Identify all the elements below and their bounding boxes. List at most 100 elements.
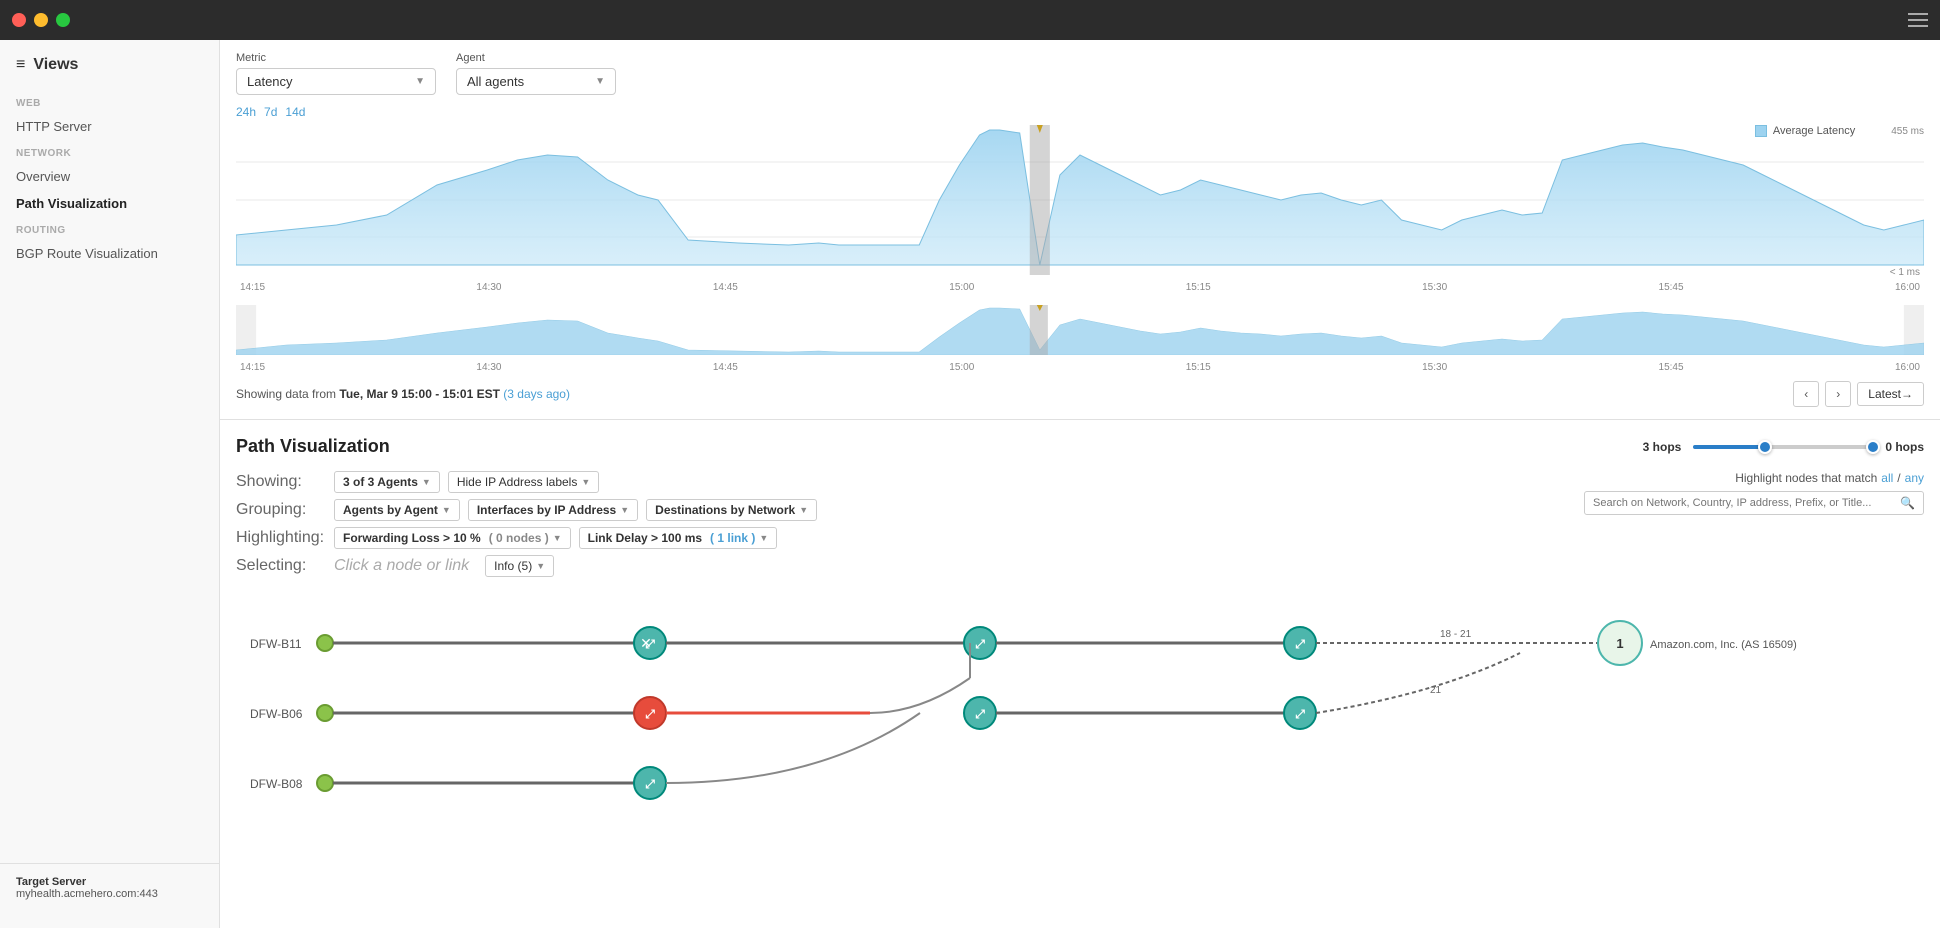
sidebar-section-network: NETWORK	[0, 140, 219, 163]
logo-icon: ≡	[16, 56, 25, 74]
close-button[interactable]	[12, 13, 26, 27]
x-label-2: 14:45	[713, 282, 738, 293]
info-label: Info (5)	[494, 559, 532, 573]
info-chip[interactable]: Info (5) ▼	[485, 555, 554, 577]
next-button[interactable]: ›	[1825, 381, 1851, 407]
agent-control: Agent All agents ▼	[456, 52, 616, 95]
grouping-destinations-label: Destinations by Network	[655, 503, 795, 517]
time-7d[interactable]: 7d	[264, 105, 277, 119]
legend-box	[1755, 125, 1767, 137]
b08-curve	[666, 713, 920, 783]
chart-area: Metric Latency ▼ Agent All agents ▼ 2	[220, 40, 1940, 420]
selecting-row: Selecting: Click a node or link Info (5)…	[236, 555, 817, 577]
b06-dashed-curve	[1316, 653, 1520, 713]
sidebar-item-http-server[interactable]: HTTP Server	[0, 113, 219, 140]
agent-b08-label: DFW-B08	[250, 777, 303, 791]
prev-button[interactable]: ‹	[1793, 381, 1819, 407]
agent-b06-label: DFW-B06	[250, 707, 303, 721]
hide-ip-chip[interactable]: Hide IP Address labels ▼	[448, 471, 599, 493]
sidebar-footer: Target Server myhealth.acmehero.com:443	[0, 863, 219, 912]
b06-source-node	[317, 705, 333, 721]
sidebar-logo: ≡ Views	[0, 56, 219, 90]
time-24h[interactable]: 24h	[236, 105, 256, 119]
grouping-label: Grouping:	[236, 501, 326, 519]
search-input[interactable]	[1593, 497, 1900, 509]
mini-x-1: 14:30	[476, 362, 501, 373]
minimize-button[interactable]	[34, 13, 48, 27]
highlighting-1-arrow: ▼	[553, 533, 562, 543]
highlighting-2-arrow: ▼	[759, 533, 768, 543]
mini-chart-wrapper	[236, 297, 1924, 360]
mini-chart	[236, 305, 1924, 355]
agent-dropdown[interactable]: All agents ▼	[456, 68, 616, 95]
time-14d[interactable]: 14d	[285, 105, 305, 119]
search-box: 🔍	[1584, 491, 1924, 515]
x-label-1: 14:30	[476, 282, 501, 293]
sidebar-item-overview[interactable]: Overview	[0, 163, 219, 190]
hops-slider[interactable]	[1693, 445, 1873, 449]
highlight-separator: /	[1897, 471, 1900, 485]
metric-label: Metric	[236, 52, 436, 64]
search-icon: 🔍	[1900, 496, 1915, 510]
sidebar-item-bgp-route[interactable]: BGP Route Visualization	[0, 240, 219, 267]
y-min: < 1 ms	[1890, 267, 1920, 278]
showing-agents-chip[interactable]: 3 of 3 Agents ▼	[334, 471, 440, 493]
grouping-interfaces-chip[interactable]: Interfaces by IP Address ▼	[468, 499, 638, 521]
right-controls: Highlight nodes that match all / any 🔍	[1584, 471, 1924, 515]
showing-label: Showing:	[236, 473, 326, 491]
highlighting-1-count: ( 0 nodes )	[489, 531, 549, 545]
window-controls	[12, 13, 70, 27]
highlight-any-link[interactable]: any	[1905, 471, 1924, 485]
highlighting-row: Highlighting: Forwarding Loss > 10 % ( 0…	[236, 527, 817, 549]
sidebar-item-path-visualization[interactable]: Path Visualization	[0, 190, 219, 217]
legend-label: Average Latency	[1773, 125, 1855, 137]
grouping-interfaces-arrow: ▼	[620, 505, 629, 515]
svg-text:⤢: ⤢	[974, 637, 985, 651]
info-arrow: ▼	[536, 561, 545, 571]
metric-control: Metric Latency ▼	[236, 52, 436, 95]
grouping-destinations-chip[interactable]: Destinations by Network ▼	[646, 499, 817, 521]
svg-text:⤢: ⤢	[644, 637, 655, 651]
svg-text:⤢: ⤢	[1294, 707, 1305, 721]
app-layout: ≡ Views WEB HTTP Server NETWORK Overview…	[0, 40, 1940, 928]
b06-hop-count: 21	[1430, 685, 1442, 696]
highlight-row: Highlight nodes that match all / any	[1735, 471, 1924, 485]
b11-dest-label: Amazon.com, Inc. (AS 16509)	[1650, 639, 1797, 651]
hide-ip-arrow: ▼	[581, 477, 590, 487]
mini-x-4: 15:15	[1186, 362, 1211, 373]
hops-control: 3 hops 0 hops	[1643, 440, 1924, 454]
grouping-agent-label: Agents by Agent	[343, 503, 438, 517]
showing-dropdown-arrow: ▼	[422, 477, 431, 487]
showing-ago: (3 days ago)	[503, 387, 570, 401]
metric-dropdown[interactable]: Latency ▼	[236, 68, 436, 95]
mini-x-0: 14:15	[240, 362, 265, 373]
sidebar-section-web: WEB	[0, 90, 219, 113]
hops-thumb-left	[1758, 440, 1772, 454]
highlighting-2-chip[interactable]: Link Delay > 100 ms ( 1 link ) ▼	[579, 527, 778, 549]
highlight-nodes-label: Highlight nodes that match	[1735, 471, 1877, 485]
grouping-row: Grouping: Agents by Agent ▼ Interfaces b…	[236, 499, 817, 521]
metric-value: Latency	[247, 74, 293, 89]
main-chart-container: 24h 7d 14d Average Latency 455 ms	[236, 105, 1924, 373]
maximize-button[interactable]	[56, 13, 70, 27]
highlight-all-link[interactable]: all	[1881, 471, 1893, 485]
highlighting-1-label: Forwarding Loss > 10 %	[343, 531, 481, 545]
mini-x-7: 16:00	[1895, 362, 1920, 373]
agent-b11-label: DFW-B11	[250, 637, 302, 651]
agent-dropdown-arrow: ▼	[595, 76, 605, 87]
grouping-agent-chip[interactable]: Agents by Agent ▼	[334, 499, 460, 521]
hide-ip-label: Hide IP Address labels	[457, 475, 578, 489]
controls-top-row: Showing: 3 of 3 Agents ▼ Hide IP Address…	[236, 471, 1924, 577]
x-label-6: 15:45	[1659, 282, 1684, 293]
mini-x-3: 15:00	[949, 362, 974, 373]
highlighting-1-chip[interactable]: Forwarding Loss > 10 % ( 0 nodes ) ▼	[334, 527, 571, 549]
mini-x-5: 15:30	[1422, 362, 1447, 373]
latest-button[interactable]: Latest→	[1857, 382, 1924, 406]
x-label-4: 15:15	[1186, 282, 1211, 293]
menu-icon[interactable]	[1908, 13, 1928, 27]
highlighting-label: Highlighting:	[236, 529, 326, 547]
chart-legend: Average Latency 455 ms	[1755, 125, 1924, 137]
svg-text:⤢: ⤢	[644, 777, 655, 791]
x-label-0: 14:15	[240, 282, 265, 293]
showing-text: Showing data from Tue, Mar 9 15:00 - 15:…	[236, 387, 570, 401]
